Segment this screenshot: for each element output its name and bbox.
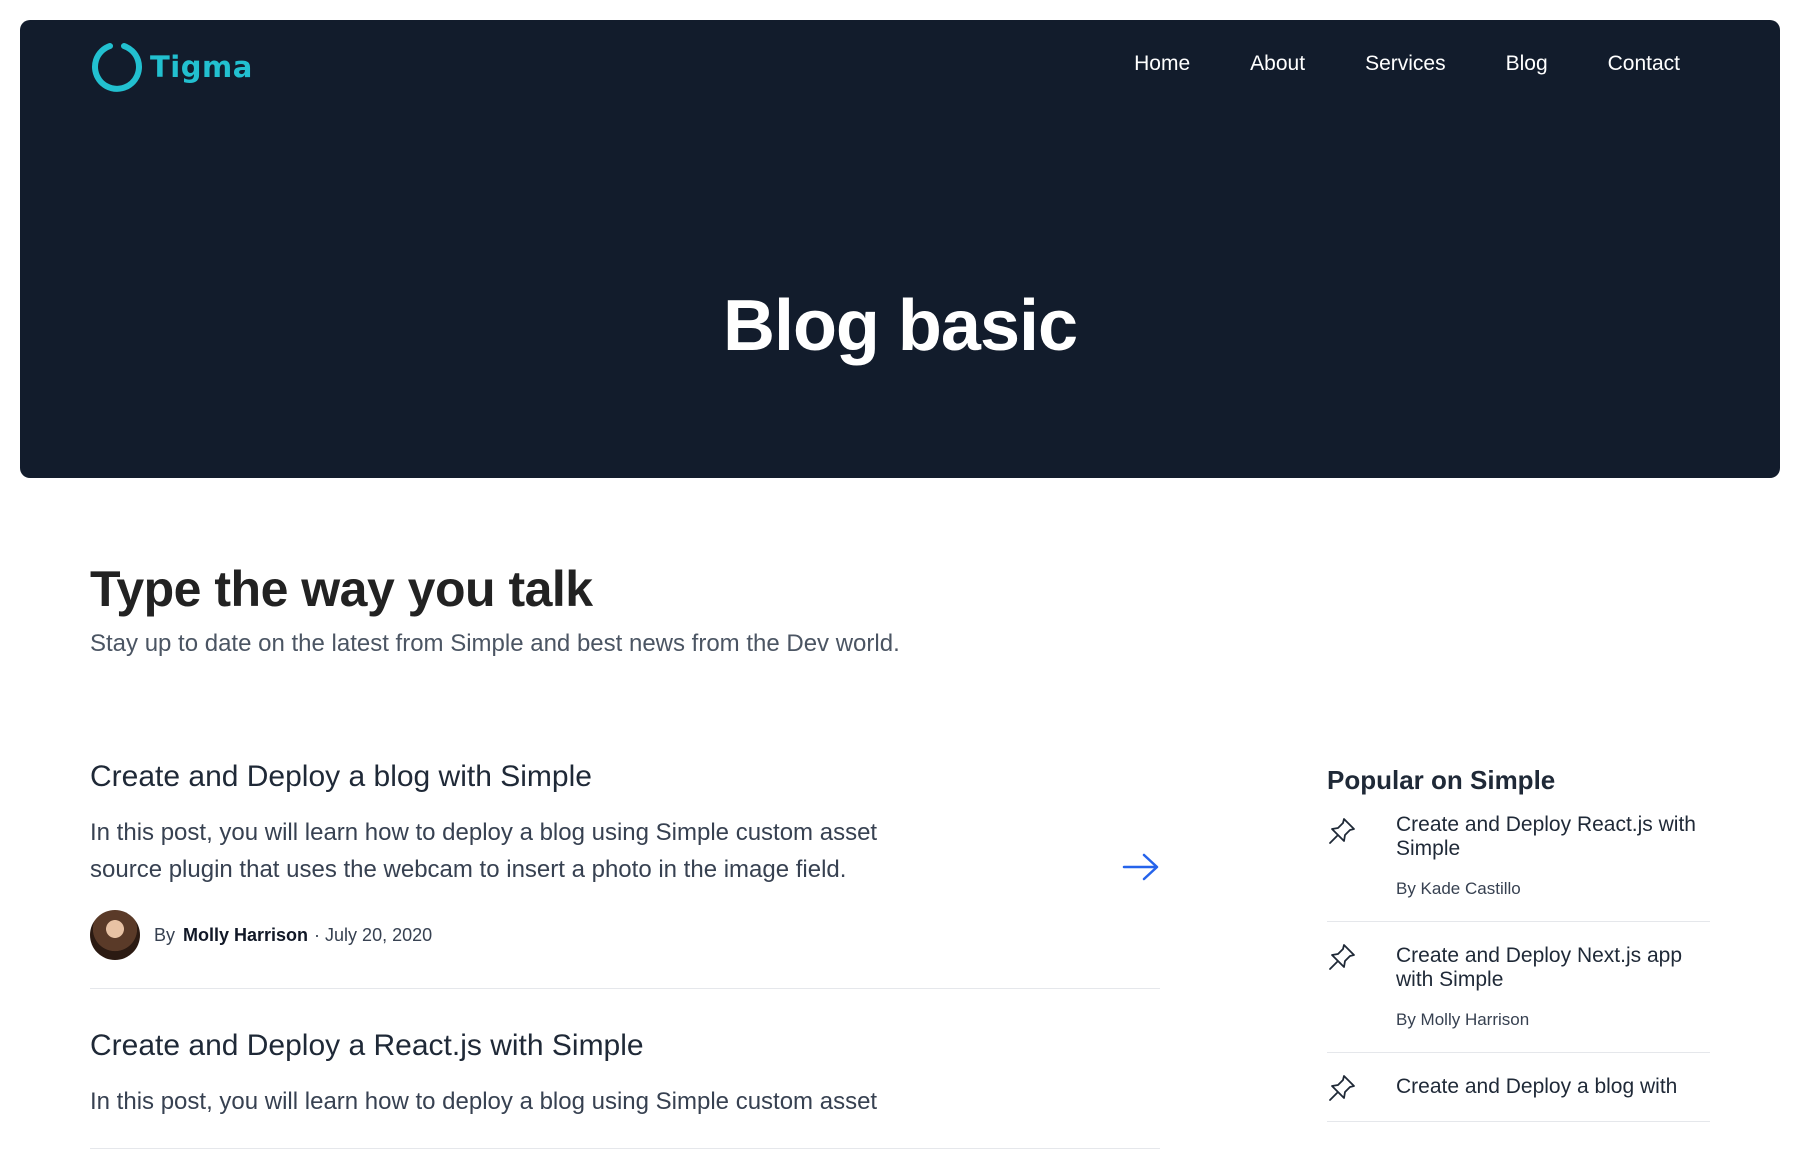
- avatar: [90, 910, 140, 960]
- intro-heading: Type the way you talk: [90, 561, 593, 617]
- arrow-right-icon[interactable]: [1122, 852, 1160, 882]
- nav-about[interactable]: About: [1250, 52, 1305, 76]
- post-excerpt: In this post, you will learn how to depl…: [90, 819, 878, 883]
- pin-icon: [1327, 1073, 1357, 1103]
- intro-section: Type the way you talk Stay up to date on…: [90, 560, 900, 658]
- logo-text: Tigma: [150, 50, 253, 84]
- hero-banner: Tigma Home About Services Blog Contact B…: [20, 20, 1780, 478]
- pin-icon: [1327, 942, 1357, 972]
- post-item: Create and Deploy a blog with Simple In …: [90, 760, 1160, 989]
- post-meta: By Molly Harrison · July 20, 2020: [90, 910, 1160, 960]
- popular-item-title: Create and Deploy Next.js app with Simpl…: [1396, 944, 1682, 991]
- popular-item[interactable]: Create and Deploy React.js with Simple B…: [1327, 796, 1710, 922]
- post-title[interactable]: Create and Deploy a blog with Simple: [90, 760, 1160, 794]
- logo-ring-icon: [90, 40, 144, 94]
- popular-item-author: By Molly Harrison: [1396, 1010, 1530, 1029]
- post-by: By: [154, 924, 176, 945]
- popular-item-title: Create and Deploy a blog with: [1396, 1075, 1678, 1098]
- nav-home[interactable]: Home: [1134, 52, 1190, 76]
- nav-services[interactable]: Services: [1365, 52, 1446, 76]
- intro-subheading: Stay up to date on the latest from Simpl…: [90, 630, 900, 657]
- nav-blog[interactable]: Blog: [1506, 52, 1548, 76]
- popular-item-author: By Kade Castillo: [1396, 879, 1521, 898]
- page-title: Blog basic: [722, 286, 1078, 366]
- post-title[interactable]: Create and Deploy a React.js with Simple: [90, 1029, 1160, 1063]
- main-nav: Home About Services Blog Contact: [1134, 52, 1680, 76]
- popular-item-title: Create and Deploy React.js with Simple: [1396, 813, 1696, 860]
- pin-icon: [1327, 816, 1357, 846]
- sidebar-heading: Popular on Simple: [1327, 765, 1556, 795]
- post-date: · July 20, 2020: [314, 924, 433, 945]
- popular-item[interactable]: Create and Deploy a blog with: [1327, 1053, 1710, 1122]
- post-list: Create and Deploy a blog with Simple In …: [90, 760, 1160, 1149]
- post-author[interactable]: Molly Harrison: [183, 925, 308, 946]
- post-excerpt: In this post, you will learn how to depl…: [90, 1088, 878, 1115]
- post-item: Create and Deploy a React.js with Simple…: [90, 1029, 1160, 1149]
- logo[interactable]: Tigma: [90, 40, 253, 94]
- popular-sidebar: Popular on Simple Create and Deploy Reac…: [1327, 765, 1710, 1122]
- nav-contact[interactable]: Contact: [1608, 52, 1680, 76]
- popular-item[interactable]: Create and Deploy Next.js app with Simpl…: [1327, 922, 1710, 1053]
